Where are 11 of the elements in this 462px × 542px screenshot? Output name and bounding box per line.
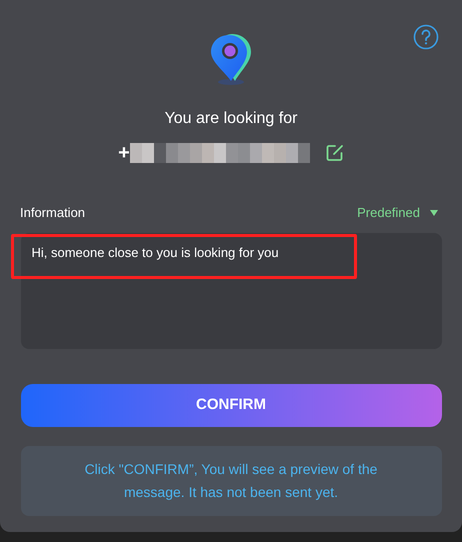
phone-prefix: + (118, 143, 130, 163)
help-icon[interactable] (413, 24, 439, 50)
message-text: Hi, someone close to you is looking for you (32, 244, 279, 260)
mode-dropdown[interactable]: Predefined (357, 203, 442, 222)
information-label: Information (20, 204, 86, 222)
title-text: You are looking for (164, 109, 298, 129)
caret-icon (430, 210, 438, 216)
confirm-button[interactable]: CONFIRM (20, 384, 442, 426)
location-pin-icon (210, 32, 252, 86)
edit-icon[interactable] (326, 144, 344, 162)
notice-text: Click "CONFIRM”, You will see a preview of the message. It has not been sent yet. (84, 460, 378, 502)
